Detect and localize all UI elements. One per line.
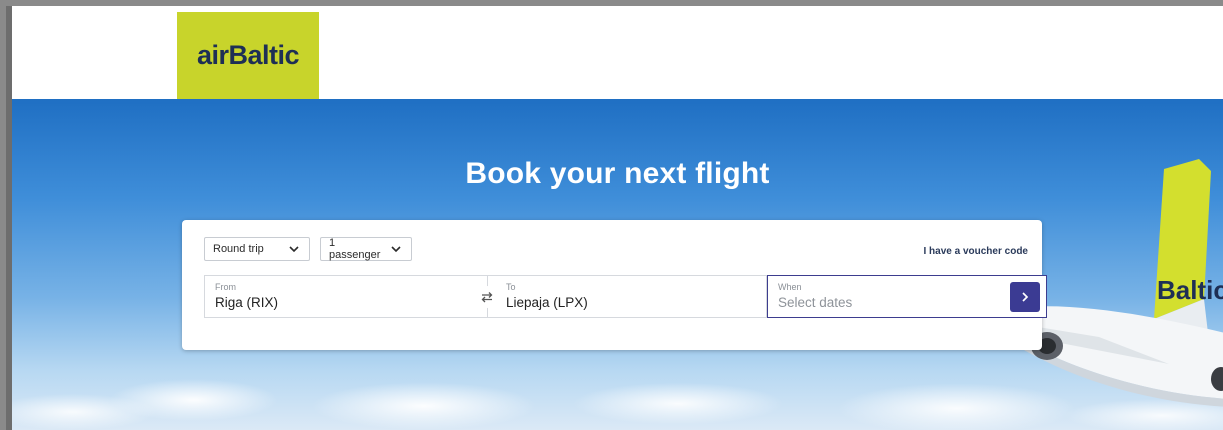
from-value: Riga (RIX) — [215, 295, 279, 310]
voucher-code-link[interactable]: I have a voucher code — [924, 246, 1029, 257]
chevron-right-icon — [1022, 292, 1029, 302]
to-label: To — [506, 282, 516, 292]
trip-type-value: Round trip — [213, 243, 264, 255]
search-submit-button[interactable] — [1010, 282, 1040, 312]
trip-type-select[interactable]: Round trip — [204, 237, 310, 261]
airbaltic-logo[interactable]: airBaltic — [177, 12, 319, 99]
hero-banner: Baltic Book your next flight Round trip … — [12, 99, 1223, 430]
when-placeholder: Select dates — [778, 295, 853, 310]
top-header: airBaltic — [12, 6, 1223, 99]
to-value: Liepaja (LPX) — [506, 295, 588, 310]
tail-branding: Baltic — [1157, 275, 1223, 305]
chevron-down-icon — [389, 242, 403, 256]
booking-widget: Round trip 1 passenger I have a voucher … — [182, 220, 1047, 350]
passenger-value: 1 passenger — [329, 237, 381, 261]
hero-title: Book your next flight — [465, 157, 770, 190]
from-label: From — [215, 282, 236, 292]
browser-viewport: airBaltic Baltic Book your next flight R… — [6, 6, 1223, 430]
search-fields: From Riga (RIX) To Liepaja (LPX) When Se… — [204, 275, 1047, 318]
swap-arrows-icon[interactable] — [476, 286, 498, 308]
to-field[interactable]: To Liepaja (LPX) — [487, 275, 767, 318]
chevron-down-icon — [287, 242, 301, 256]
from-field[interactable]: From Riga (RIX) — [204, 275, 487, 318]
when-field[interactable]: When Select dates — [767, 275, 1047, 318]
when-label: When — [778, 282, 802, 292]
passenger-select[interactable]: 1 passenger — [320, 237, 412, 261]
logo-text: airBaltic — [196, 40, 300, 70]
